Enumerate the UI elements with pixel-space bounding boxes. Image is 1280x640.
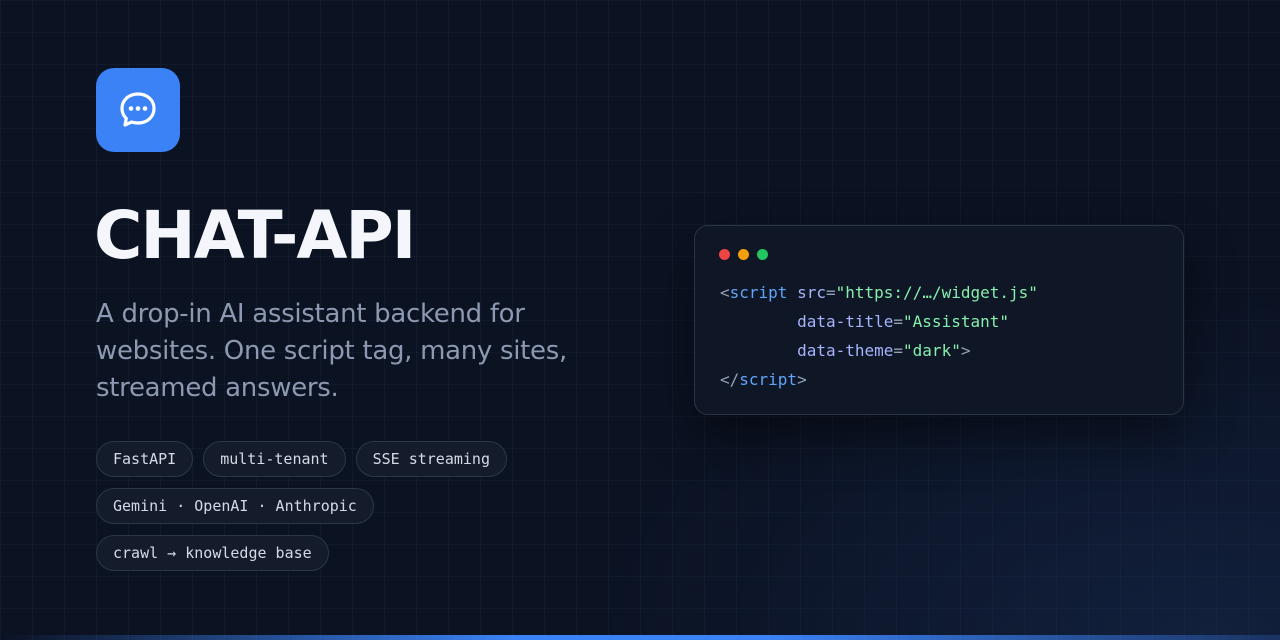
tag-row: Gemini · OpenAI · Anthropic xyxy=(96,488,616,524)
code-string: "dark" xyxy=(903,341,961,360)
code-punc: = xyxy=(893,312,904,331)
code-punc: > xyxy=(960,341,971,360)
code-tag: script xyxy=(739,370,798,389)
page-title: CHAT-API xyxy=(94,197,416,274)
code-line-3: data-theme="dark"> xyxy=(720,336,1038,365)
code-punc: </ xyxy=(720,370,740,389)
code-string: "https://…/widget.js" xyxy=(835,283,1038,302)
code-string: "Assistant" xyxy=(903,312,1009,331)
feature-tags: FastAPI multi-tenant SSE streaming Gemin… xyxy=(96,441,616,582)
minimize-dot xyxy=(738,249,749,260)
code-line-4: </script> xyxy=(720,365,1038,394)
code-window: <script src="https://…/widget.js" data-t… xyxy=(694,225,1184,415)
code-attr: data-title xyxy=(797,312,894,331)
code-line-2: data-title="Assistant" xyxy=(720,307,1038,336)
code-punc: = xyxy=(825,283,836,302)
tagline: A drop-in AI assistant backend for websi… xyxy=(96,299,567,403)
code-attr: src xyxy=(797,283,826,302)
code-line-1: <script src="https://…/widget.js" xyxy=(720,278,1038,307)
app-logo xyxy=(96,68,180,152)
code-punc: < xyxy=(720,283,730,302)
code-tag: script xyxy=(729,283,788,302)
chat-bubble-icon xyxy=(120,92,156,127)
tag-row: FastAPI multi-tenant SSE streaming xyxy=(96,441,616,477)
tag-fastapi: FastAPI xyxy=(96,441,194,477)
accent-bar xyxy=(0,635,1280,640)
window-controls xyxy=(719,249,768,260)
close-dot xyxy=(719,249,730,260)
code-snippet: <script src="https://…/widget.js" data-t… xyxy=(720,278,1038,394)
maximize-dot xyxy=(757,249,768,260)
code-punc: = xyxy=(893,341,904,360)
tag-sse-streaming: SSE streaming xyxy=(355,441,507,477)
tag-providers: Gemini · OpenAI · Anthropic xyxy=(96,488,374,524)
tag-crawl: crawl → knowledge base xyxy=(96,535,329,571)
code-attr: data-theme xyxy=(797,341,894,360)
code-punc: > xyxy=(797,370,807,389)
tag-multi-tenant: multi-tenant xyxy=(203,441,346,477)
tag-row: crawl → knowledge base xyxy=(96,535,616,571)
